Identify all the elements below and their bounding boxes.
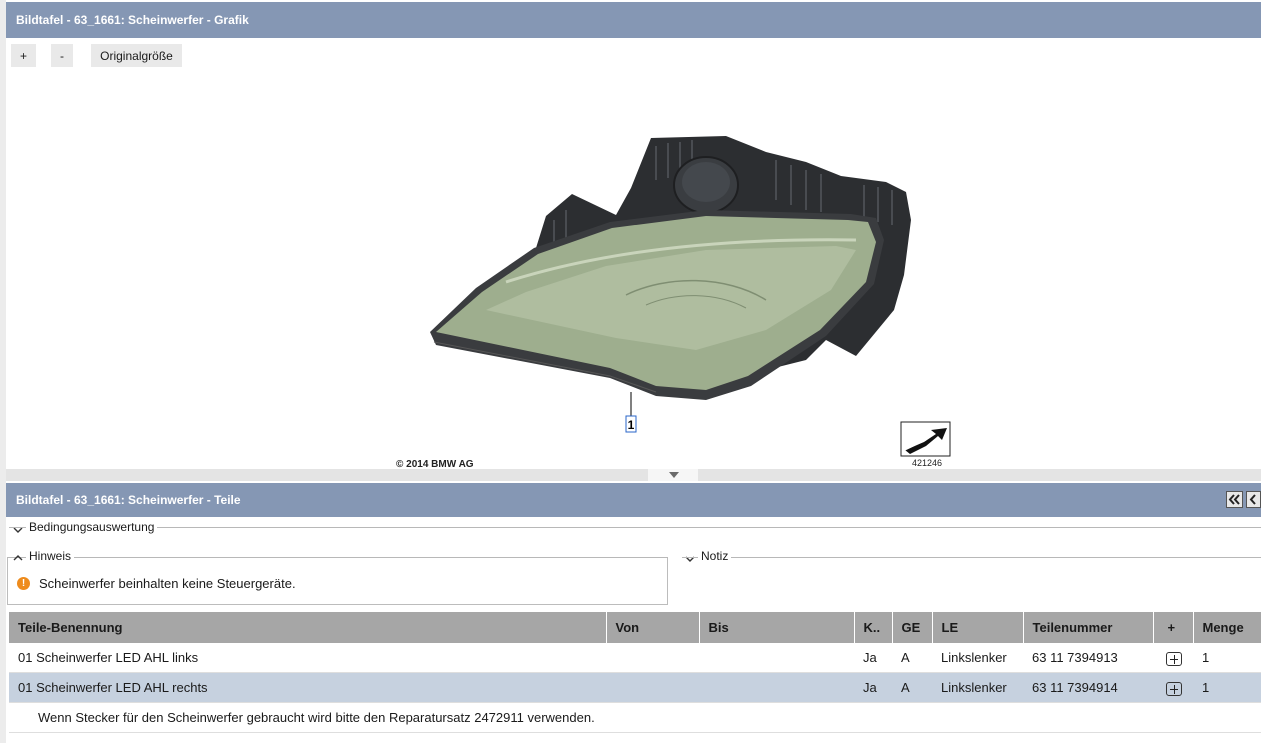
header-le[interactable]: LE (931, 612, 1023, 643)
direction-arrow-icon (900, 421, 951, 457)
zoom-in-button[interactable]: + (11, 44, 36, 67)
chevron-left-icon (1249, 494, 1256, 505)
header-to[interactable]: Bis (698, 612, 854, 643)
double-chevron-left-icon (1228, 494, 1240, 505)
header-part-number[interactable]: Teilenummer (1022, 612, 1153, 643)
table-row[interactable]: 01 Scheinwerfer LED AHL links Ja A Links… (9, 643, 1261, 673)
header-add[interactable]: + (1152, 612, 1193, 643)
part-name: 01 Scheinwerfer LED AHL rechts (9, 672, 606, 703)
conditions-toggle[interactable]: Bedingungsauswertung (26, 520, 158, 534)
note-divider (682, 557, 1261, 558)
table-row[interactable]: 01 Scheinwerfer LED AHL rechts Ja A Link… (9, 672, 1261, 703)
part-to (699, 643, 854, 673)
hint-divider (7, 557, 668, 558)
graphic-panel-header: Bildtafel - 63_1661: Scheinwerfer - Graf… (6, 2, 1261, 38)
header-quantity[interactable]: Menge (1192, 612, 1261, 643)
header-ge[interactable]: GE (891, 612, 932, 643)
repair-kit-note: Wenn Stecker für den Scheinwerfer gebrau… (9, 702, 1261, 733)
chevron-up-icon[interactable] (13, 554, 23, 562)
part-number: 63 11 7394913 (1023, 643, 1153, 673)
chevron-down-icon[interactable] (669, 472, 679, 478)
part-ge: A (892, 643, 932, 673)
headlight-illustration: 1 © 2014 BMW AG 421246 (396, 136, 951, 470)
part-quantity: 1 (1193, 643, 1261, 673)
note-toggle[interactable]: Notiz (698, 549, 732, 563)
parts-diagram: 1 © 2014 BMW AG 421246 (6, 70, 1261, 470)
panel-splitter[interactable] (6, 469, 1261, 481)
collapse-all-button[interactable] (1226, 491, 1243, 508)
original-size-button[interactable]: Originalgröße (91, 44, 182, 67)
add-cell (1153, 643, 1193, 673)
part-k: Ja (854, 672, 892, 703)
callout-label[interactable]: 1 (628, 418, 635, 432)
header-from[interactable]: Von (605, 612, 699, 643)
table-header-row: Teile-Benennung Von Bis K.. GE LE Teilen… (9, 612, 1261, 643)
zoom-out-button[interactable]: - (51, 44, 73, 67)
part-le: Linkslenker (932, 672, 1023, 703)
add-cell (1153, 672, 1193, 703)
part-from (606, 643, 699, 673)
plus-square-icon[interactable] (1166, 652, 1182, 666)
part-ge: A (892, 672, 932, 703)
table-note-row: Wenn Stecker für den Scheinwerfer gebrau… (9, 702, 1261, 733)
part-name: 01 Scheinwerfer LED AHL links (9, 643, 606, 673)
part-le: Linkslenker (932, 643, 1023, 673)
hint-toggle[interactable]: Hinweis (26, 549, 75, 563)
parts-table: Teile-Benennung Von Bis K.. GE LE Teilen… (9, 612, 1261, 733)
part-quantity: 1 (1193, 672, 1261, 703)
warning-circle-icon: ! (17, 577, 30, 590)
part-number: 63 11 7394914 (1023, 672, 1153, 703)
part-from (606, 672, 699, 703)
header-k[interactable]: K.. (853, 612, 892, 643)
part-k: Ja (854, 643, 892, 673)
plus-square-icon[interactable] (1166, 682, 1182, 696)
conditions-divider (9, 527, 1261, 528)
hint-text: Scheinwerfer beinhalten keine Steuergerä… (39, 576, 296, 591)
image-number: 421246 (912, 458, 942, 468)
part-to (699, 672, 854, 703)
parts-panel-header: Bildtafel - 63_1661: Scheinwerfer - Teil… (6, 483, 1261, 517)
collapse-button[interactable] (1246, 491, 1261, 508)
adjuster-cap-inner (682, 162, 730, 202)
header-name[interactable]: Teile-Benennung (9, 612, 606, 643)
